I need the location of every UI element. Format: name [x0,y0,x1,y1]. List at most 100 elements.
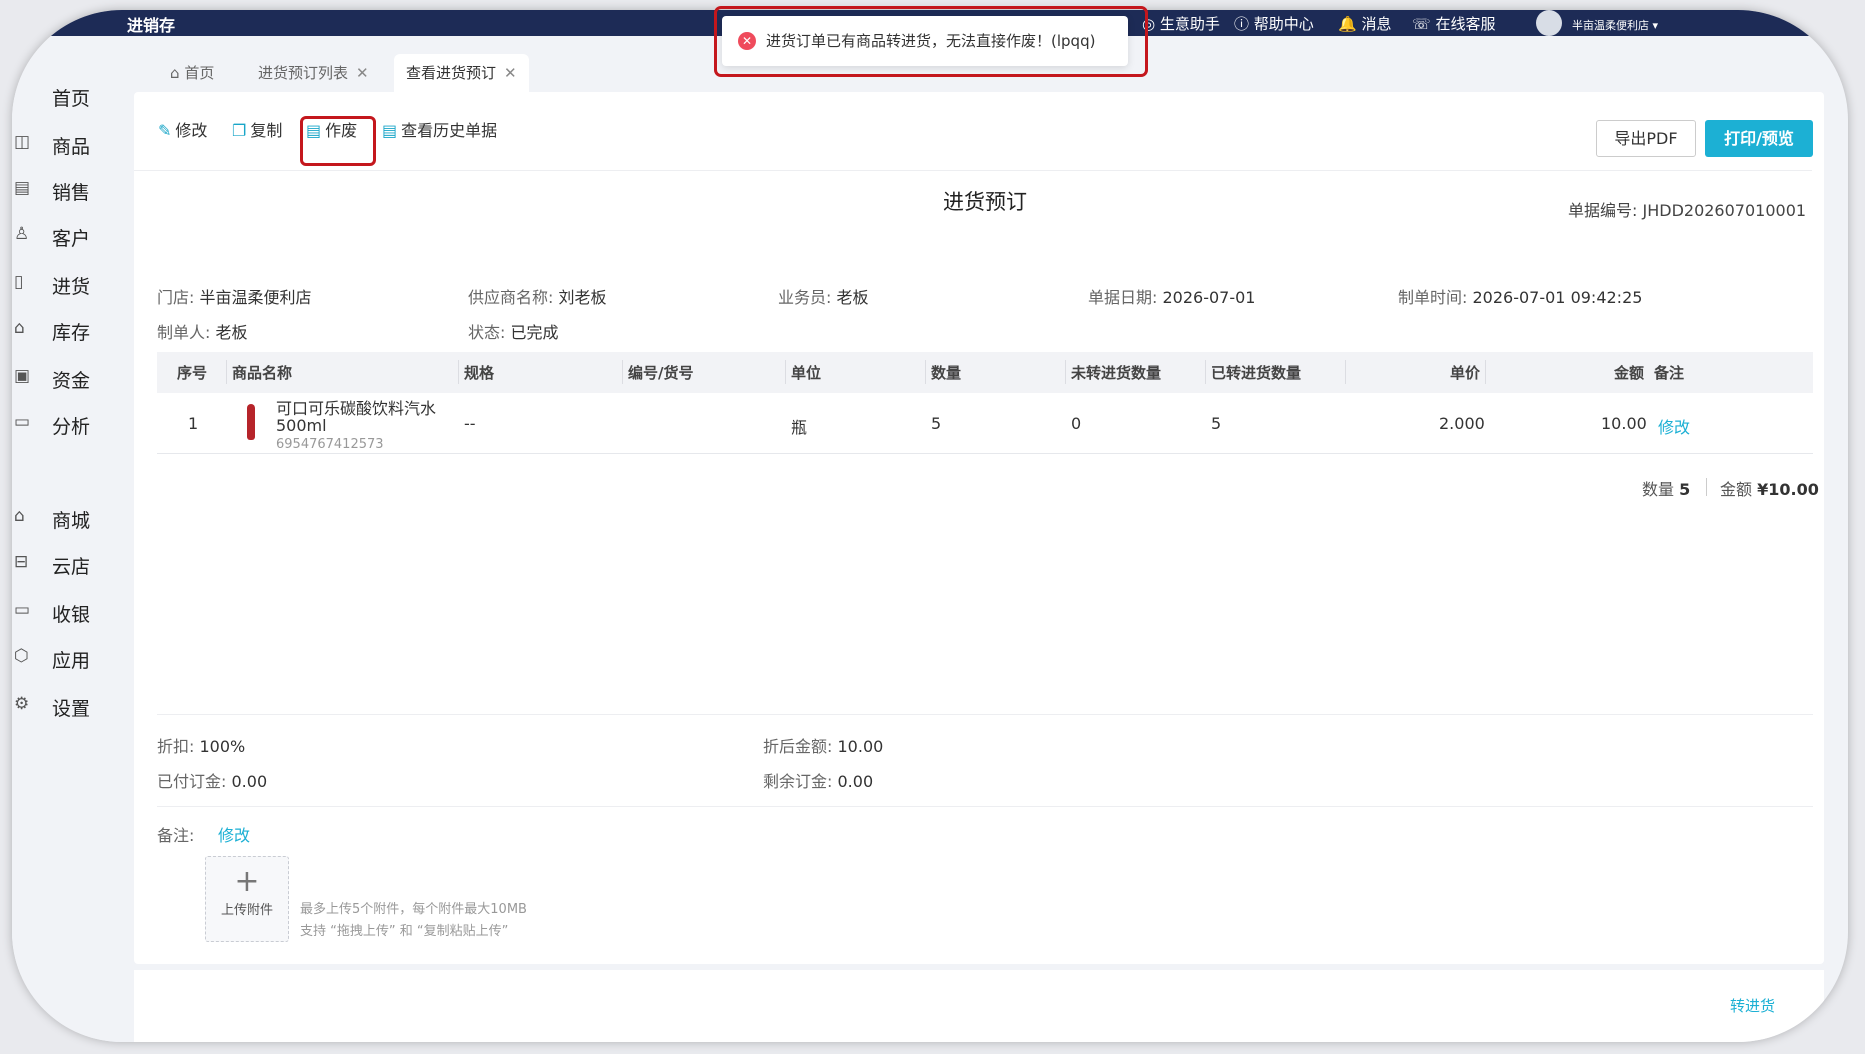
sales-icon: ▤ [14,178,31,198]
cashier-icon: ▭ [14,600,31,620]
col-divider [1345,360,1346,384]
brand-logo: 进销存 [127,16,176,35]
after-discount-field: 折后金额: 10.00 [763,737,884,756]
col-transferred: 已转进货数量 [1211,364,1302,382]
help-center-link[interactable]: ⓘ 帮助中心 [1234,13,1314,34]
page-title: 进货预订 [943,190,1027,214]
col-divider [1485,360,1486,384]
export-pdf-button[interactable]: 导出PDF [1596,120,1696,157]
home-icon: ⌂ [170,64,180,82]
col-divider [226,360,227,384]
upload-hint: 最多上传5个附件，每个附件最大10MB [300,902,527,917]
row-qty: 5 [931,414,942,433]
apps-icon: ⬡ [14,646,29,666]
divider [134,170,1812,171]
void-button-highlight [300,116,376,166]
business-assistant-link[interactable]: ◎ 生意助手 [1142,13,1220,34]
col-name: 商品名称 [232,364,293,382]
col-price: 单价 [1450,364,1481,382]
col-divider [925,360,926,384]
product-image [247,404,255,440]
maker-field: 制单人: 老板 [157,323,248,342]
sidebar-item-apps[interactable]: ⬡ 应用 [12,638,134,678]
salesman-field: 业务员: 老板 [778,288,869,307]
row-transferred: 5 [1211,414,1222,433]
row-unit: 瓶 [791,418,808,437]
mall-icon: ⌂ [14,506,25,526]
upload-hint: 支持 “拖拽上传” 和 “复制粘贴上传” [300,924,509,939]
sidebar-item-cloud-store[interactable]: ⊟ 云店 [12,544,134,584]
close-icon[interactable]: ✕ [504,64,517,82]
store-switcher[interactable]: 半亩温柔便利店 ▾ [1572,17,1658,33]
tab-view-purchase-order[interactable]: 查看进货预订 ✕ [394,54,529,92]
row-untransferred: 0 [1071,414,1082,433]
sidebar-item-funds[interactable]: ▣ 资金 [12,358,134,398]
status-field: 状态: 已完成 [468,323,559,342]
row-price: 2.000 [1439,414,1485,433]
transfer-to-purchase-button[interactable]: 转进货 [1730,995,1775,1016]
sidebar-item-stock[interactable]: ⌂ 库存 [12,310,134,350]
divider [157,714,1813,715]
sidebar-item-cashier[interactable]: ▭ 收银 [12,592,134,632]
sidebar-item-goods[interactable]: ◫ 商品 [12,124,134,164]
remark-field: 备注: [157,826,195,845]
cloud-store-icon: ⊟ [14,552,29,572]
total-qty: 数量 5 [1642,480,1691,499]
history-button[interactable]: ▤ 查看历史单据 [382,117,497,141]
copy-button[interactable]: ❐ 复制 [232,117,282,141]
print-preview-button[interactable]: 打印/预览 [1705,120,1813,157]
upload-attachment-button[interactable]: + 上传附件 [205,856,289,942]
sidebar-item-settings[interactable]: ⚙ 设置 [12,686,134,726]
edit-button[interactable]: ✎ 修改 [158,117,207,141]
analysis-icon: ▭ [14,412,31,432]
sidebar-item-customer[interactable]: ♙ 客户 [12,216,134,256]
customer-icon: ♙ [14,224,30,244]
messages-link[interactable]: 🔔 消息 [1338,13,1391,34]
col-qty: 数量 [931,364,962,382]
col-divider [458,360,459,384]
total-amount: 金额 ¥10.00 [1720,480,1819,499]
col-spec: 规格 [464,364,495,382]
supplier-field: 供应商名称: 刘老板 [468,288,607,307]
col-remark: 备注 [1654,364,1685,382]
online-service-link[interactable]: ☏ 在线客服 [1412,13,1496,34]
sidebar-item-mall[interactable]: ⌂ 商城 [12,498,134,538]
col-divider [1205,360,1206,384]
col-divider [785,360,786,384]
col-divider [622,360,623,384]
store-field: 门店: 半亩温柔便利店 [157,288,312,307]
main-panel [134,92,1824,964]
paid-deposit-field: 已付订金: 0.00 [157,772,268,791]
row-index: 1 [188,414,199,433]
doc-date-field: 单据日期: 2026-07-01 [1088,288,1256,307]
created-time-field: 制单时间: 2026-07-01 09:42:25 [1398,288,1643,307]
history-icon: ▤ [382,121,398,140]
copy-icon: ❐ [232,121,247,140]
row-edit-link[interactable]: 修改 [1658,414,1690,438]
purchase-icon: ▯ [14,272,24,292]
sidebar-item-purchase[interactable]: ▯ 进货 [12,264,134,304]
remaining-deposit-field: 剩余订金: 0.00 [763,772,874,791]
document-number: 单据编号: JHDD202607010001 [1568,201,1807,220]
table-header [157,352,1813,393]
sidebar-item-home[interactable]: 首页 [12,76,134,116]
sidebar: 首页 ◫ 商品 ▤ 销售 ♙ 客户 ▯ 进货 ⌂ 库存 ▣ 资金 ▭ 分析 ⌂ 商城 ⊟ 云店 ▭… [12,36,134,1042]
toast-highlight [714,6,1148,77]
goods-icon: ◫ [14,132,31,152]
plus-icon: + [234,864,260,899]
sidebar-item-sales[interactable]: ▤ 销售 [12,170,134,210]
tab-purchase-order-list[interactable]: 进货预订列表 ✕ [246,54,381,92]
remark-edit-link[interactable]: 修改 [218,822,250,846]
close-icon[interactable]: ✕ [356,64,369,82]
col-code: 编号/货号 [628,364,694,382]
col-untransferred: 未转进货数量 [1071,364,1162,382]
sidebar-item-analysis[interactable]: ▭ 分析 [12,404,134,444]
col-unit: 单位 [791,364,822,382]
avatar[interactable] [1536,10,1562,36]
settings-icon: ⚙ [14,694,30,714]
tab-home[interactable]: ⌂ 首页 [158,54,226,92]
funds-icon: ▣ [14,366,31,386]
row-divider [157,453,1813,454]
divider [1706,478,1707,496]
col-amount: 金额 [1614,364,1645,382]
